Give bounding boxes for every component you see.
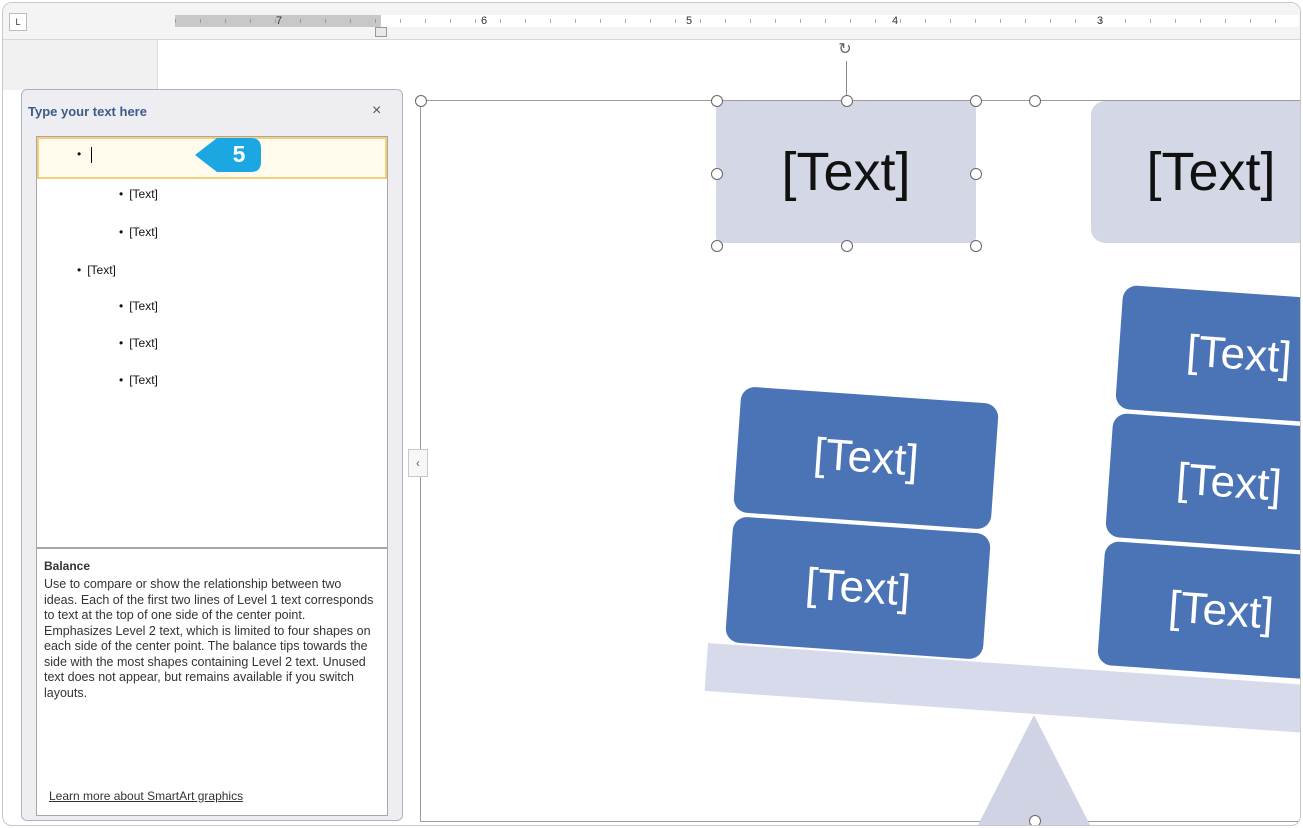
bullet-text: [Text] bbox=[129, 299, 158, 313]
step-number: 5 bbox=[232, 141, 246, 167]
resize-handle[interactable] bbox=[970, 168, 982, 180]
right-item-2[interactable]: [Text] bbox=[1104, 412, 1300, 554]
bullet-list[interactable]: • • [Text] • [Text] • [Text] • [Text] • [Text… bbox=[36, 136, 388, 548]
bullet-dot: • bbox=[119, 373, 124, 387]
bullet-dot: • bbox=[77, 147, 82, 162]
bullet-dot: • bbox=[77, 263, 82, 277]
text-pane: Type your text here × • • [Text] • [Text] … bbox=[21, 89, 403, 821]
right-item-1[interactable]: [Text] bbox=[1114, 284, 1300, 426]
bullet-text: [Text] bbox=[87, 263, 116, 277]
right-item-3[interactable]: [Text] bbox=[1096, 540, 1300, 682]
bullet-item[interactable]: • [Text] bbox=[119, 336, 158, 350]
balance-fulcrum[interactable] bbox=[978, 715, 1090, 825]
rotate-icon[interactable]: ↻ bbox=[833, 39, 857, 58]
shape-text: [Text] bbox=[781, 142, 911, 202]
text-cursor bbox=[91, 147, 93, 163]
resize-handle[interactable] bbox=[711, 95, 723, 107]
layout-description: Balance Use to compare or show the relat… bbox=[36, 548, 388, 816]
layout-description-text: Use to compare or show the relationship … bbox=[44, 577, 374, 700]
balance-header-left[interactable]: [Text] bbox=[716, 101, 976, 243]
bullet-dot: • bbox=[119, 225, 124, 239]
shape-text: [Text] bbox=[1174, 454, 1284, 511]
learn-more-link[interactable]: Learn more about SmartArt graphics bbox=[49, 789, 243, 803]
layout-name: Balance bbox=[44, 559, 91, 573]
bullet-item[interactable]: • [Text] bbox=[119, 225, 158, 239]
frame-handle[interactable] bbox=[415, 95, 427, 107]
frame-handle[interactable] bbox=[1029, 815, 1041, 825]
resize-handle[interactable] bbox=[970, 240, 982, 252]
left-item-2[interactable]: [Text] bbox=[724, 516, 992, 660]
frame-handle[interactable] bbox=[1029, 95, 1041, 107]
shape-text: [Text] bbox=[803, 559, 913, 616]
close-icon[interactable]: × bbox=[372, 102, 381, 120]
bullet-text: [Text] bbox=[129, 225, 158, 239]
bullet-text: [Text] bbox=[129, 187, 158, 201]
smartart-editor: L 7 6 5 4 3 [Text] [Text] [Text] [Text] … bbox=[2, 2, 1301, 826]
balance-header-right[interactable]: [Text] bbox=[1091, 101, 1300, 243]
bullet-text: [Text] bbox=[129, 336, 158, 350]
bullet-item[interactable]: • [Text] bbox=[119, 373, 158, 387]
shape-text: [Text] bbox=[1184, 326, 1294, 383]
text-pane-title: Type your text here bbox=[28, 104, 147, 119]
bullet-dot: • bbox=[119, 336, 124, 350]
bullet-item[interactable]: • [Text] bbox=[119, 299, 158, 313]
bullet-dot: • bbox=[119, 187, 124, 201]
resize-handle[interactable] bbox=[841, 240, 853, 252]
resize-handle[interactable] bbox=[711, 240, 723, 252]
resize-handle[interactable] bbox=[841, 95, 853, 107]
shape-text: [Text] bbox=[1146, 142, 1276, 202]
bullet-item[interactable]: • [Text] bbox=[77, 263, 116, 277]
shape-text: [Text] bbox=[1166, 582, 1276, 639]
bullet-item[interactable]: • [Text] bbox=[119, 187, 158, 201]
resize-handle[interactable] bbox=[711, 168, 723, 180]
left-item-1[interactable]: [Text] bbox=[732, 386, 1000, 530]
resize-handle[interactable] bbox=[970, 95, 982, 107]
bullet-item[interactable]: • bbox=[77, 147, 93, 163]
shape-text: [Text] bbox=[811, 429, 921, 486]
collapse-text-pane-button[interactable]: ‹ bbox=[408, 449, 428, 477]
bullet-text: [Text] bbox=[129, 373, 158, 387]
bullet-dot: • bbox=[119, 299, 124, 313]
